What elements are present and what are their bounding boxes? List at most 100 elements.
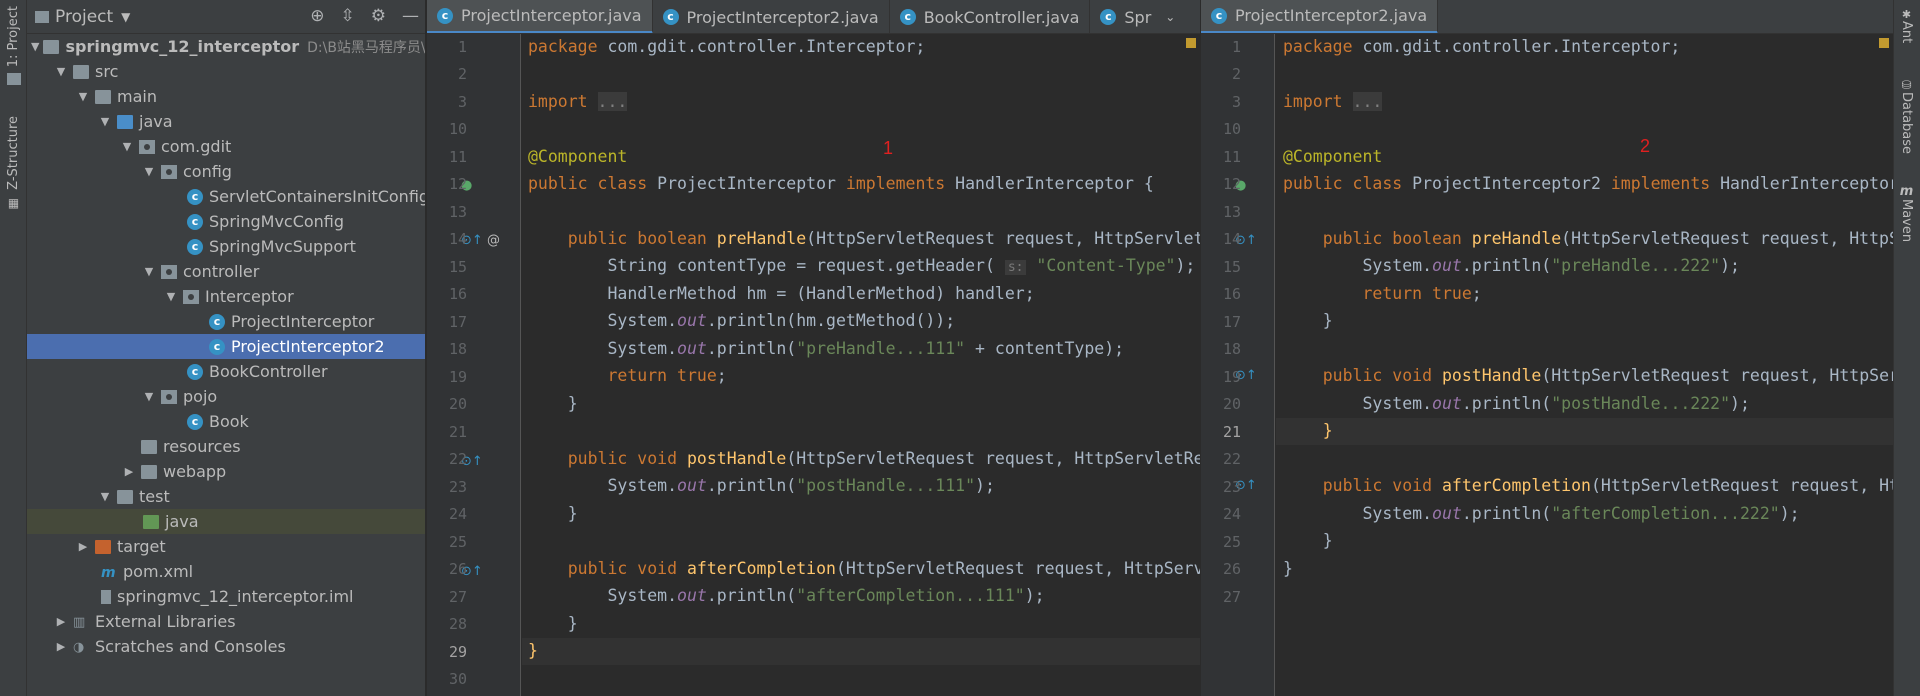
chevron-down-icon[interactable]: ▼	[53, 65, 69, 78]
tree-item-class[interactable]: c Book	[27, 409, 425, 434]
code-line: }	[1283, 559, 1293, 578]
chevron-down-icon[interactable]: ▼	[75, 90, 91, 103]
code-line: package com.gdit.controller.Interceptor;	[1283, 37, 1681, 56]
project-tool-tab[interactable]: 1: Project	[0, 6, 27, 86]
class-icon: c	[1100, 9, 1117, 25]
folder-icon	[73, 64, 89, 79]
tree-item-class-selected[interactable]: c ProjectInterceptor2	[27, 334, 425, 359]
line-number: 16	[1222, 285, 1241, 303]
tree-item-resources[interactable]: resources	[27, 434, 425, 459]
tree-item-class[interactable]: c ProjectInterceptor	[27, 309, 425, 334]
right-code-editor[interactable]: ● ⊙↑ ⊙↑ ⊙↑ 1 2 3 10 11 12 13 14 15 16 17…	[1201, 34, 1893, 696]
tree-item-class[interactable]: c BookController	[27, 359, 425, 384]
package-icon	[161, 264, 177, 279]
tree-item-java[interactable]: ▼ java	[27, 109, 425, 134]
tree-item-src[interactable]: ▼ src	[27, 59, 425, 84]
annotation-icon[interactable]: @	[487, 233, 500, 248]
tree-item-label: src	[95, 62, 119, 81]
right-editor-tabbar: c ProjectInterceptor2.java	[1201, 0, 1893, 34]
tree-item-webapp[interactable]: ▶ webapp	[27, 459, 425, 484]
left-tool-strip: 1: Project Z-Structure ▦	[0, 0, 27, 696]
database-tool-tab-label: Database	[1899, 92, 1914, 155]
chevron-down-icon[interactable]: ⌄	[1165, 10, 1175, 24]
code-line: public boolean preHandle(HttpServletRequ…	[1322, 229, 1893, 248]
code-line: HandlerMethod hm = (HandlerMethod) handl…	[528, 284, 1035, 303]
code-line: }	[1283, 311, 1333, 330]
chevron-down-icon[interactable]: ▼	[97, 115, 113, 128]
editor-tab[interactable]: c BookController.java	[890, 0, 1091, 33]
class-icon: c	[437, 7, 453, 24]
chevron-down-icon[interactable]: ▼	[97, 490, 113, 503]
gear-icon[interactable]: ⚙	[371, 6, 386, 26]
line-number: 2	[457, 65, 467, 83]
locate-icon[interactable]: ⊕	[310, 6, 324, 26]
editor-tab[interactable]: c Spr ⌄	[1090, 0, 1185, 33]
line-number: 18	[1222, 340, 1241, 358]
tree-item-pom[interactable]: m pom.xml	[27, 559, 425, 584]
chevron-down-icon[interactable]: ▼	[141, 265, 157, 278]
chevron-right-icon[interactable]: ▶	[53, 640, 69, 653]
tree-item-main[interactable]: ▼ main	[27, 84, 425, 109]
tree-item-controller[interactable]: ▼ controller	[27, 259, 425, 284]
code-line: System.out.println(hm.getMethod());	[528, 311, 956, 330]
tree-item-target[interactable]: ▶ target	[27, 534, 425, 559]
ant-tool-tab[interactable]: ✱ Ant	[1893, 8, 1920, 43]
minimize-icon[interactable]: —	[402, 6, 419, 26]
tree-item-scratches[interactable]: ▶ ◑ Scratches and Consoles	[27, 634, 425, 659]
code-line: public void afterCompletion(HttpServletR…	[567, 559, 1200, 578]
tree-item-class[interactable]: c ServletContainersInitConfig	[27, 184, 425, 209]
tree-item-pojo[interactable]: ▼ pojo	[27, 384, 425, 409]
tree-item-label: webapp	[163, 462, 227, 481]
project-panel: Project ▼ ⊕ ⇳ ⚙ — ▼ springmvc_12_intercep…	[27, 0, 426, 696]
line-number: 11	[1222, 148, 1241, 166]
tree-item-external-libraries[interactable]: ▶ ▥ External Libraries	[27, 609, 425, 634]
tree-item-com-gdit[interactable]: ▼ com.gdit	[27, 134, 425, 159]
tree-item-interceptor-package[interactable]: ▼ Interceptor	[27, 284, 425, 309]
tree-item-class[interactable]: c SpringMvcConfig	[27, 209, 425, 234]
line-number: 26	[1222, 560, 1241, 578]
tree-item-iml[interactable]: springmvc_12_interceptor.iml	[27, 584, 425, 609]
maven-icon: m	[1899, 184, 1914, 199]
chevron-right-icon[interactable]: ▶	[53, 615, 69, 628]
chevron-down-icon[interactable]: ▼	[31, 40, 39, 53]
code-line: public void postHandle(HttpServletReques…	[567, 449, 1200, 468]
chevron-down-icon[interactable]: ▼	[119, 140, 135, 153]
class-icon: c	[187, 363, 203, 380]
tree-item-test-java[interactable]: java	[27, 509, 425, 534]
code-line: public void afterCompletion(HttpServletR…	[1322, 476, 1893, 495]
warning-marker[interactable]	[1186, 38, 1196, 48]
line-number: 13	[448, 203, 467, 221]
collapse-all-icon[interactable]: ⇳	[341, 6, 355, 26]
code-line: public class ProjectInterceptor implemen…	[528, 174, 1154, 193]
chevron-down-icon[interactable]: ▼	[141, 165, 157, 178]
editor-tab[interactable]: c ProjectInterceptor2.java	[1201, 0, 1439, 33]
project-path: D:\B站黑马程序员\SSM	[307, 39, 425, 56]
line-number: 18	[448, 340, 467, 358]
chevron-down-icon[interactable]: ▼	[141, 390, 157, 403]
code-line: import ...	[1283, 92, 1383, 111]
chevron-down-icon[interactable]: ▼	[163, 290, 179, 303]
tree-item-config[interactable]: ▼ config	[27, 159, 425, 184]
line-number: 27	[1222, 588, 1241, 606]
chevron-down-icon[interactable]: ▼	[121, 10, 130, 24]
tree-item-test[interactable]: ▼ test	[27, 484, 425, 509]
structure-tool-tab[interactable]: Z-Structure ▦	[0, 116, 27, 210]
tree-item-class[interactable]: c SpringMvcSupport	[27, 234, 425, 259]
left-code-editor[interactable]: ● ⊙↑ @ ⊙↑ ⊙↑ 1 2 3 10 11 12 13 14 15 16 …	[427, 34, 1200, 696]
code-line: System.out.println("afterCompletion...11…	[528, 586, 1045, 605]
database-tool-tab[interactable]: ⛁ Database	[1893, 78, 1920, 154]
editor-tab[interactable]: c ProjectInterceptor2.java	[653, 0, 890, 33]
code-line: return true;	[1362, 284, 1482, 303]
tree-item-project-root[interactable]: ▼ springmvc_12_interceptor D:\B站黑马程序员\SSM	[27, 34, 425, 59]
project-panel-title[interactable]: Project	[55, 7, 113, 27]
line-number: 1	[1231, 38, 1241, 56]
warning-marker[interactable]	[1879, 38, 1889, 48]
chevron-right-icon[interactable]: ▶	[75, 540, 91, 553]
line-number: 25	[1222, 533, 1241, 551]
tree-item-label: SpringMvcSupport	[209, 237, 356, 256]
editor-tab[interactable]: c ProjectInterceptor.java	[427, 0, 653, 33]
chevron-right-icon[interactable]: ▶	[121, 465, 137, 478]
code-line: System.out.println("afterCompletion...22…	[1283, 504, 1800, 523]
line-number: 27	[448, 588, 467, 606]
maven-tool-tab[interactable]: m Maven	[1893, 184, 1920, 242]
